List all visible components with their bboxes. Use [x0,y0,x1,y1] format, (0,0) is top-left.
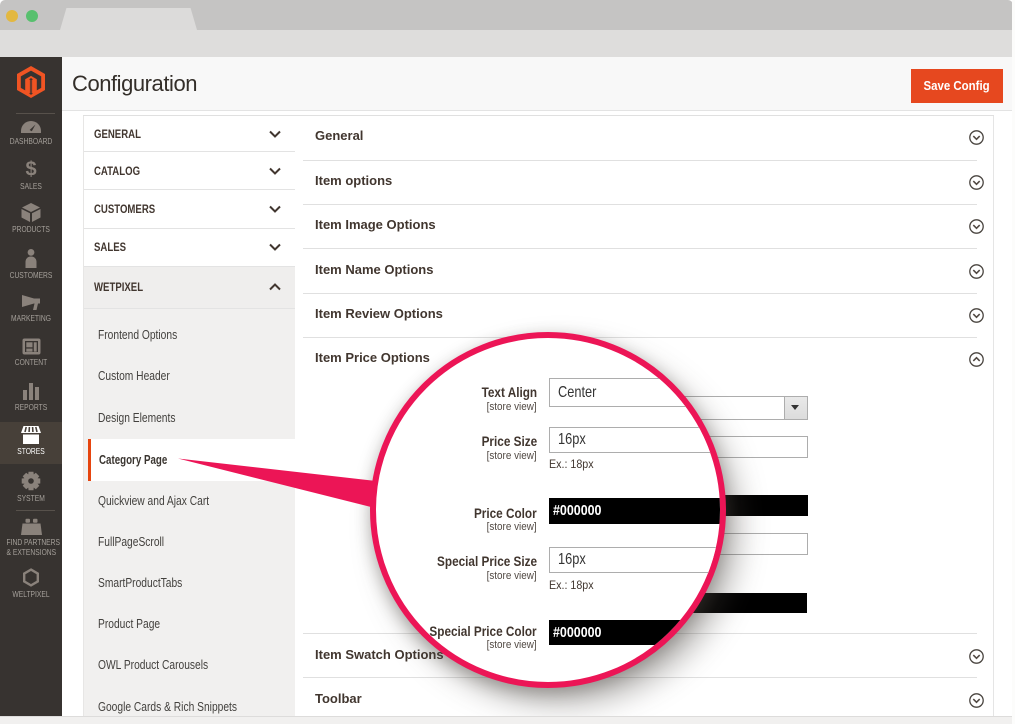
svg-text:$: $ [25,159,36,179]
